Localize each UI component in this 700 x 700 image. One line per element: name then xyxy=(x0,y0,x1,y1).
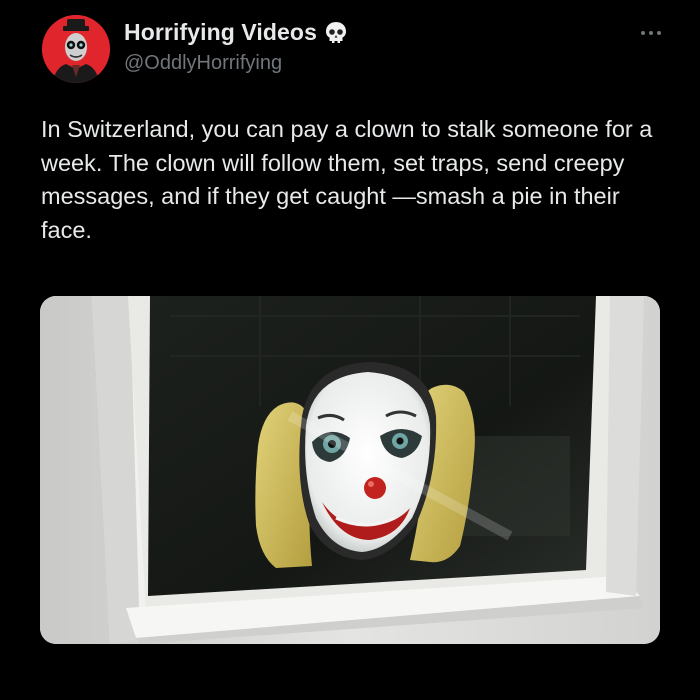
avatar[interactable] xyxy=(42,15,110,83)
post-photo[interactable] xyxy=(40,296,660,644)
post-header: Horrifying Videos @OddlyHorrifying xyxy=(42,15,662,85)
author-display-name[interactable]: Horrifying Videos xyxy=(124,19,317,46)
skull-icon xyxy=(323,20,349,46)
avatar-figure-icon xyxy=(42,15,110,83)
post-screenshot: Horrifying Videos @OddlyHorrifying In Sw… xyxy=(0,0,700,700)
author-name-row: Horrifying Videos xyxy=(124,19,349,46)
clown-window-photo xyxy=(40,296,660,644)
more-options-icon[interactable] xyxy=(636,23,666,43)
author-handle[interactable]: @OddlyHorrifying xyxy=(124,52,282,75)
post-text: In Switzerland, you can pay a clown to s… xyxy=(41,116,653,243)
